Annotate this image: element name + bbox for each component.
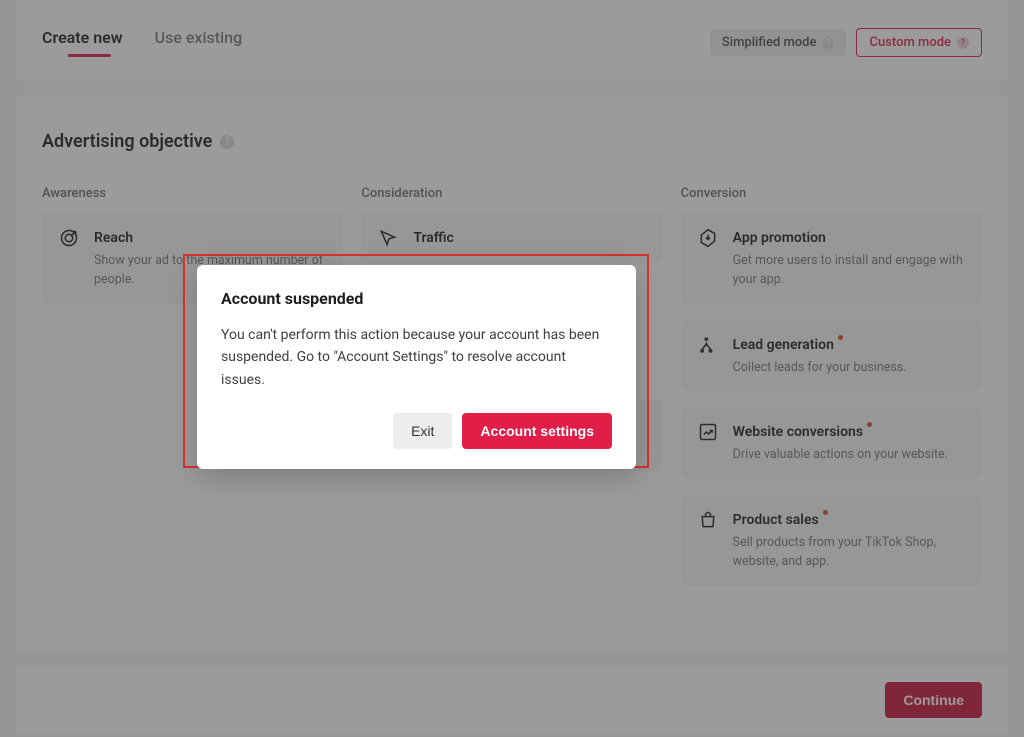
suspended-modal: Account suspended You can't perform this… xyxy=(197,265,636,469)
modal-body: You can't perform this action because yo… xyxy=(221,324,612,391)
exit-button[interactable]: Exit xyxy=(393,413,452,449)
modal-actions: Exit Account settings xyxy=(221,413,612,449)
modal-title: Account suspended xyxy=(221,289,612,308)
account-settings-button[interactable]: Account settings xyxy=(462,413,612,449)
